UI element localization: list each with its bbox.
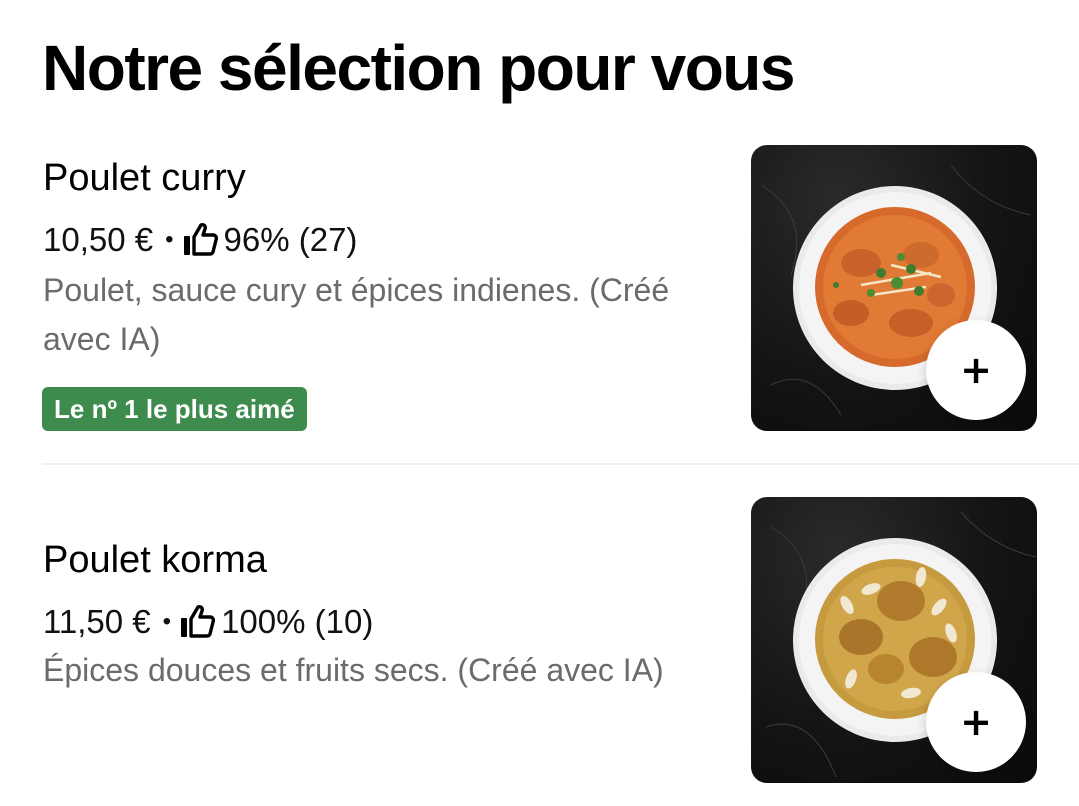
item-name: Poulet korma — [43, 539, 267, 581]
add-to-cart-button[interactable]: + — [926, 320, 1026, 420]
menu-item-poulet-korma[interactable]: Poulet korma 11,50 € • 100% (10) Épices … — [0, 496, 1079, 796]
item-rating: 100% (10) — [221, 603, 374, 640]
item-meta: 10,50 € • 96% (27) — [43, 218, 357, 262]
section-title: Notre sélection pour vous — [42, 32, 795, 104]
menu-item-poulet-curry[interactable]: Poulet curry 10,50 € • 96% (27) Poulet, … — [0, 144, 1079, 464]
item-meta: 11,50 € • 100% (10) — [43, 600, 373, 644]
item-photo-poulet-curry[interactable]: + — [751, 145, 1037, 431]
item-price: 11,50 € — [43, 603, 151, 640]
item-price: 10,50 € — [43, 221, 154, 258]
item-rating: 96% (27) — [223, 221, 358, 258]
item-photo-poulet-korma[interactable]: + — [751, 497, 1037, 783]
menu-page: Notre sélection pour vous Poulet curry 1… — [0, 0, 1079, 806]
plus-icon: + — [960, 700, 992, 744]
add-to-cart-button[interactable]: + — [926, 672, 1026, 772]
item-description: Épices douces et fruits secs. (Créé avec… — [43, 652, 664, 688]
thumbs-up-icon — [179, 605, 216, 639]
plus-icon: + — [960, 348, 992, 392]
separator-dot: • — [162, 608, 172, 635]
thumbs-up-icon — [182, 223, 218, 257]
item-divider — [42, 463, 1079, 465]
popular-badge: Le nº 1 le plus aimé — [42, 387, 307, 431]
item-name: Poulet curry — [43, 157, 246, 199]
separator-dot: • — [165, 226, 174, 253]
item-description: Poulet, sauce cury et épices indienes. (… — [43, 272, 670, 357]
